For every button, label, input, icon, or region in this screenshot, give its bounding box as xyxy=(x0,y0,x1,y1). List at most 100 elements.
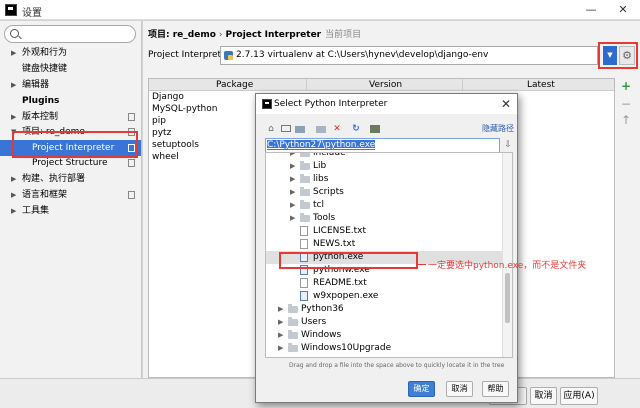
show-hidden-icon[interactable] xyxy=(369,123,381,135)
column-version[interactable]: Version xyxy=(369,79,402,91)
path-input-value: C:\Python27\python.exe xyxy=(267,140,376,150)
refresh-icon[interactable]: ↻ xyxy=(350,123,362,135)
sidebar-item[interactable]: ▶ 语言和框架 xyxy=(0,187,141,203)
tree-item-label: Lib xyxy=(313,161,327,171)
chevron-right-icon[interactable]: ▶ xyxy=(290,199,295,212)
sidebar-item[interactable]: 键盘快捷键 xyxy=(0,61,141,77)
minimize-button[interactable]: — xyxy=(580,2,602,18)
scrollbar-thumb[interactable] xyxy=(505,273,510,323)
tree-item[interactable]: NEWS.txt xyxy=(266,238,502,251)
package-row[interactable]: MySQL-python xyxy=(152,103,217,115)
drag-drop-hint: Drag and drop a file into the space abov… xyxy=(289,362,505,369)
tree-item[interactable]: README.txt xyxy=(266,277,502,290)
executable-file-icon xyxy=(300,291,308,301)
tree-item[interactable]: ▶ Python36 xyxy=(266,303,502,316)
cancel-button[interactable]: 取消 xyxy=(530,387,557,405)
highlight-box-gear xyxy=(598,42,638,69)
tree-item[interactable]: LICENSE.txt xyxy=(266,225,502,238)
sidebar-item[interactable]: ▶ 编辑器 xyxy=(0,77,141,93)
chevron-right-icon[interactable]: ▶ xyxy=(11,171,16,187)
tree-item-label: Users xyxy=(301,317,327,327)
folder-icon xyxy=(300,213,310,222)
column-divider xyxy=(306,79,307,91)
chevron-right-icon[interactable]: ▶ xyxy=(11,45,16,61)
tree-item[interactable]: ▶ Lib xyxy=(266,160,502,173)
package-row[interactable]: pip xyxy=(152,115,166,127)
new-folder-icon[interactable] xyxy=(315,123,327,135)
chevron-right-icon[interactable]: ▶ xyxy=(278,342,283,355)
settings-sidebar: ▶ 外观和行为 键盘快捷键 ▶ 编辑器 Plugins ▶ 版本控制 ▼ 项目: re_demo P… xyxy=(0,21,142,378)
text-file-icon xyxy=(300,278,308,288)
project-settings-icon xyxy=(128,159,135,167)
dialog-cancel-button[interactable]: 取消 xyxy=(446,381,473,397)
dialog-title-bar: Select Python Interpreter ✕ xyxy=(256,94,517,114)
breadcrumb-scope-note: 当前项目 xyxy=(325,30,362,40)
interpreter-combobox[interactable]: 2.7.13 virtualenv at C:\Users\hynev\deve… xyxy=(220,46,598,65)
sidebar-item[interactable]: ▶ 版本控制 xyxy=(0,109,141,125)
chevron-right-icon[interactable]: ▶ xyxy=(278,303,283,316)
column-package[interactable]: Package xyxy=(216,79,253,91)
project-settings-icon xyxy=(128,113,135,121)
package-row[interactable]: wheel xyxy=(152,151,179,163)
tree-item-label: Python36 xyxy=(301,304,344,314)
chevron-right-icon[interactable]: ▶ xyxy=(290,160,295,173)
chevron-right-icon[interactable]: ▶ xyxy=(290,173,295,186)
highlight-box-sidebar xyxy=(12,131,138,158)
chevron-right-icon[interactable]: ▶ xyxy=(11,109,16,125)
sidebar-item[interactable]: ▶ 外观和行为 xyxy=(0,45,141,61)
settings-search-input[interactable] xyxy=(4,25,136,43)
chevron-right-icon[interactable]: ▶ xyxy=(11,77,16,93)
chevron-right-icon[interactable]: ▶ xyxy=(278,329,283,342)
chevron-right-icon[interactable]: ▶ xyxy=(290,153,295,160)
sidebar-item[interactable]: ▶ 构建、执行部署 xyxy=(0,171,141,187)
package-row[interactable]: Django xyxy=(152,91,184,103)
tree-item[interactable]: ▶ Users xyxy=(266,316,502,329)
tree-item[interactable]: ▶ Scripts xyxy=(266,186,502,199)
highlight-box-python-exe xyxy=(279,252,418,269)
tree-item-label: libs xyxy=(313,174,329,184)
tree-item-label: Scripts xyxy=(313,187,344,197)
remove-package-icon[interactable]: − xyxy=(619,97,633,111)
hide-path-link[interactable]: 隐藏路径 xyxy=(482,123,514,134)
sidebar-item[interactable]: Plugins xyxy=(0,93,141,109)
tree-item[interactable]: ▶ Tools xyxy=(266,212,502,225)
sidebar-item[interactable]: ▶ 工具集 xyxy=(0,203,141,219)
column-latest[interactable]: Latest xyxy=(527,79,555,91)
path-input[interactable]: C:\Python27\python.exe xyxy=(265,138,500,153)
file-tree-scrollbar[interactable] xyxy=(502,153,512,357)
package-row[interactable]: setuptools xyxy=(152,139,199,151)
add-package-icon[interactable]: + xyxy=(619,79,633,93)
upgrade-package-icon[interactable]: ↑ xyxy=(619,113,633,127)
folder-icon xyxy=(300,153,310,157)
chevron-right-icon[interactable]: ▶ xyxy=(11,187,16,203)
home-icon[interactable]: ⌂ xyxy=(265,123,277,135)
package-row[interactable]: pytz xyxy=(152,127,171,139)
desktop-icon[interactable] xyxy=(280,123,292,135)
tree-item-label: Windows xyxy=(301,330,342,340)
tree-item[interactable]: ▶ tcl xyxy=(266,199,502,212)
tree-item[interactable]: ▶ Windows10Upgrade xyxy=(266,342,502,355)
breadcrumb-separator: › xyxy=(218,30,223,40)
tree-item[interactable]: ▶ libs xyxy=(266,173,502,186)
sidebar-item-label: 语言和框架 xyxy=(22,190,68,200)
tree-item[interactable]: w9xpopen.exe xyxy=(266,290,502,303)
sidebar-item-label: Plugins xyxy=(22,96,60,106)
dialog-help-button[interactable]: 帮助 xyxy=(482,381,509,397)
tree-item[interactable]: ▶ Windows xyxy=(266,329,502,342)
dialog-ok-button[interactable]: 确定 xyxy=(408,381,435,397)
apply-button[interactable]: 应用(A) xyxy=(560,387,598,405)
folder-icon xyxy=(300,200,310,209)
project-folder-icon[interactable] xyxy=(294,123,306,135)
delete-icon[interactable]: ✕ xyxy=(331,123,343,135)
dialog-close-button[interactable]: ✕ xyxy=(499,96,513,112)
chevron-right-icon[interactable]: ▶ xyxy=(290,212,295,225)
breadcrumb-project: 项目: re_demo xyxy=(148,30,216,40)
chevron-right-icon[interactable]: ▶ xyxy=(11,203,16,219)
path-history-icon[interactable]: ⇩ xyxy=(503,138,513,152)
tree-item-label: NEWS.txt xyxy=(313,239,356,249)
chevron-right-icon[interactable]: ▶ xyxy=(278,316,283,329)
chevron-right-icon[interactable]: ▶ xyxy=(290,186,295,199)
tree-item[interactable]: ▶ include xyxy=(266,153,502,160)
tree-item-label: Windows10Upgrade xyxy=(301,343,392,353)
close-window-button[interactable]: ✕ xyxy=(612,2,634,18)
